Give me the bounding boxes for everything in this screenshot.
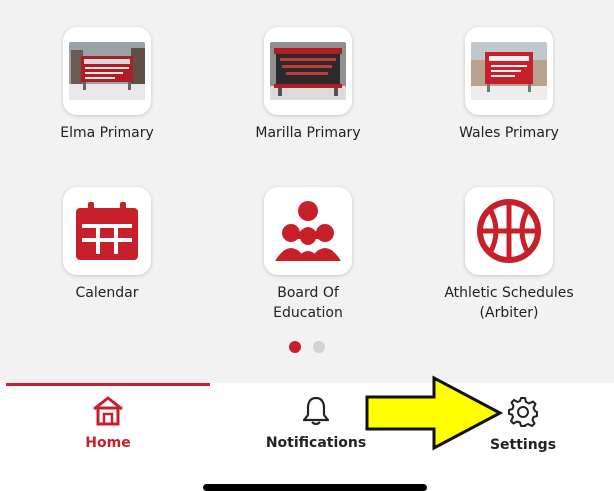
tile-board-of-education[interactable]: Board Of Education xyxy=(208,187,408,323)
home-icon xyxy=(93,396,123,426)
basketball-icon xyxy=(465,187,553,275)
tile-marilla-primary[interactable]: Marilla Primary xyxy=(208,27,408,143)
elma-primary-photo xyxy=(63,27,151,115)
tile-label: Calendar xyxy=(75,285,139,301)
tile-wales-primary[interactable]: Wales Primary xyxy=(409,27,609,143)
page-dot[interactable] xyxy=(313,341,325,353)
tile-calendar[interactable]: Calendar xyxy=(7,187,207,303)
tile-label: Marilla Primary xyxy=(255,125,361,141)
tab-home[interactable]: Home xyxy=(6,383,210,463)
bell-icon xyxy=(302,396,330,426)
tile-elma-primary[interactable]: Elma Primary xyxy=(7,27,207,143)
marilla-primary-photo xyxy=(264,27,352,115)
wales-primary-photo xyxy=(465,27,553,115)
gear-icon xyxy=(508,397,538,427)
tile-athletic-schedules[interactable]: Athletic Schedules (Arbiter) xyxy=(409,187,609,323)
page-dot-active[interactable] xyxy=(289,341,301,353)
app-grid: Elma Primary Marilla Primary Wales Prima… xyxy=(0,0,614,383)
arrow-right-icon xyxy=(365,375,504,451)
tile-label: Athletic Schedules (Arbiter) xyxy=(444,285,574,321)
page-indicator xyxy=(0,341,614,353)
tab-label-home: Home xyxy=(85,435,131,451)
bottom-tab-bar: Home Notifications Settings xyxy=(0,383,614,463)
tile-label: Wales Primary xyxy=(459,125,559,141)
calendar-icon xyxy=(63,187,151,275)
tile-label: Elma Primary xyxy=(60,125,154,141)
people-group-icon xyxy=(264,187,352,275)
tile-label: Board Of Education xyxy=(273,285,343,321)
home-indicator-bar xyxy=(203,484,427,491)
